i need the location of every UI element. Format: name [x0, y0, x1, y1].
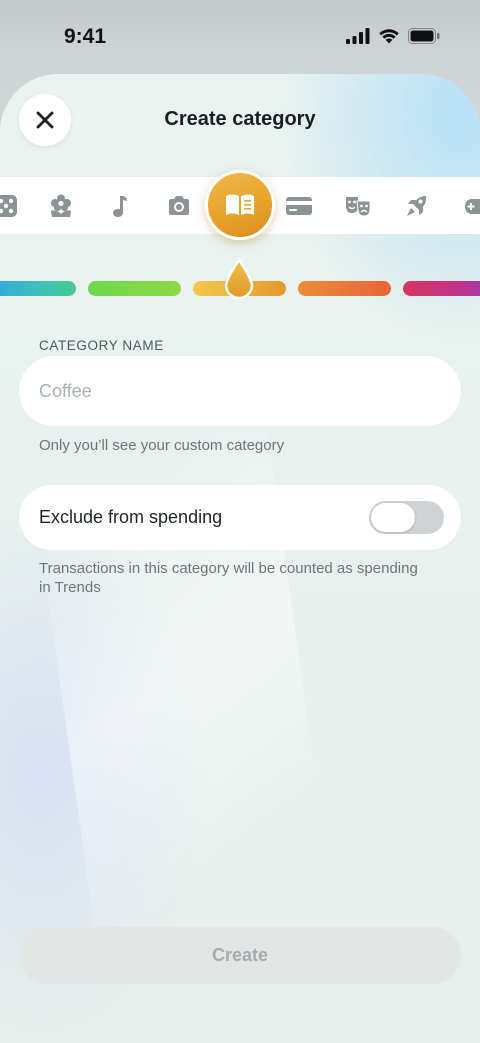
cellular-signal-icon: [346, 28, 370, 44]
page-title: Create category: [164, 108, 316, 130]
music-note-icon[interactable]: [105, 191, 135, 221]
rocket-icon[interactable]: [402, 191, 432, 221]
dice-icon[interactable]: [0, 191, 21, 221]
selected-icon[interactable]: [205, 170, 275, 240]
category-name-label: CATEGORY NAME: [39, 338, 164, 353]
exclude-spending-help: Transactions in this category will be co…: [39, 560, 418, 596]
status-time: 9:41: [64, 25, 107, 48]
exclude-spending-toggle[interactable]: [369, 501, 444, 534]
book-icon: [226, 194, 254, 215]
background-glow: [22, 380, 338, 968]
status-icons: [346, 28, 440, 44]
category-name-input[interactable]: [19, 356, 461, 426]
exclude-spending-row[interactable]: Exclude from spending: [19, 485, 461, 550]
camera-icon[interactable]: [164, 191, 194, 221]
credit-card-icon[interactable]: [284, 191, 314, 221]
battery-icon: [408, 28, 440, 44]
create-category-sheet: Create category CATEGORY NAME Coffee Onl…: [0, 74, 480, 1043]
flower-icon[interactable]: [46, 191, 76, 221]
theater-masks-icon[interactable]: [343, 191, 373, 221]
color-swatch-green[interactable]: [88, 281, 181, 296]
color-swatch-pink[interactable]: [403, 281, 480, 296]
color-swatch-orange[interactable]: [298, 281, 391, 296]
status-bar: 9:41: [0, 0, 480, 76]
game-controller-icon[interactable]: [462, 191, 480, 221]
wifi-icon: [379, 29, 399, 44]
toggle-knob: [371, 503, 415, 532]
category-name-help: Only you’ll see your custom category: [39, 437, 285, 454]
color-swatch-teal[interactable]: [0, 281, 76, 296]
exclude-spending-label: Exclude from spending: [39, 507, 223, 527]
create-button[interactable]: Create: [19, 927, 461, 984]
color-drop-handle[interactable]: [222, 258, 256, 304]
